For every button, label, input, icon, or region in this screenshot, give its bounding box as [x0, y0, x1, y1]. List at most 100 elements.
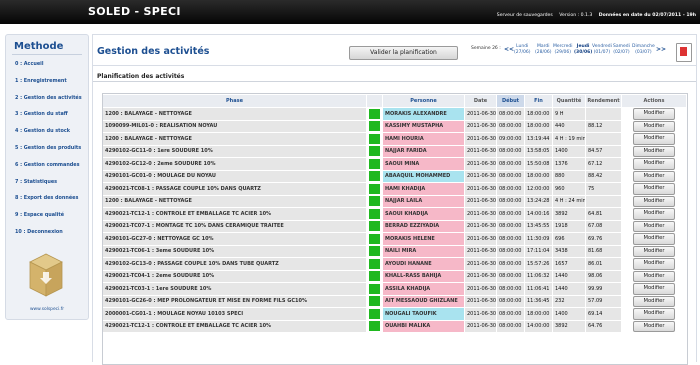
table-row: 4290021-TC12-1 : CONTROLE ET EMBALLAGE T… [103, 208, 687, 220]
status-green-square [369, 146, 380, 157]
cell-personne: NAILI MIRA [383, 245, 465, 257]
cell-date: 2011-06-30 [465, 158, 497, 170]
modify-button[interactable]: Modifier [633, 133, 675, 145]
cell-actions: Modifier [622, 145, 687, 157]
col-header-actions: Actions [622, 95, 687, 107]
prev-week-link[interactable]: << [504, 46, 514, 53]
cell-rendement [586, 133, 622, 145]
cell-actions: Modifier [622, 320, 687, 332]
col-header-date: Date [465, 95, 497, 107]
status-date: Données en date du 02/07/2011 - 19h [598, 13, 696, 18]
modify-button[interactable]: Modifier [633, 283, 675, 295]
status-green-square [369, 158, 380, 169]
cell-actions: Modifier [622, 195, 687, 207]
cell-debut: 08:00:00 [497, 220, 525, 232]
cell-rendement: 67.08 [586, 220, 622, 232]
modify-button[interactable]: Modifier [633, 108, 675, 120]
cell-quantite: 1440 [553, 270, 586, 282]
col-header-personne[interactable]: Personne [383, 95, 465, 107]
modify-button[interactable]: Modifier [633, 295, 675, 307]
sidebar-item-qualite[interactable]: 9 : Espace qualité [15, 212, 82, 229]
cell-quantite: 4 H : 24 min [553, 195, 586, 207]
col-header-quantite: Quantité [553, 95, 586, 107]
status-green-square [369, 296, 380, 307]
modify-button[interactable]: Modifier [633, 170, 675, 182]
day-mercredi[interactable]: Mercredi (29/06) [553, 44, 573, 55]
modify-button[interactable]: Modifier [633, 183, 675, 195]
cell-actions: Modifier [622, 108, 687, 120]
modify-button[interactable]: Modifier [633, 245, 675, 257]
modify-button[interactable]: Modifier [633, 308, 675, 320]
day-mardi[interactable]: Mardi (28/06) [535, 44, 551, 55]
cell-phase: 4290021-TC06-1 : 3eme SOUDURE 10% [103, 245, 367, 257]
cell-personne: AIT MESSAOUD GHIZLANE [383, 295, 465, 307]
sidebar-item-statistiques[interactable]: 7 : Statistiques [15, 179, 82, 196]
col-header-fin[interactable]: Fin [525, 95, 553, 107]
cell-quantite: 4 H : 19 min [553, 133, 586, 145]
cell-fin: 13:19:44 [525, 133, 553, 145]
cell-date: 2011-06-30 [465, 170, 497, 182]
validate-planning-button[interactable]: Valider la planification [349, 46, 458, 60]
cell-phase: 1200 : BALAYAGE - NETTOYAGE [103, 108, 367, 120]
cell-rendement: 86.01 [586, 258, 622, 270]
day-samedi-date: (02/07) [613, 49, 630, 55]
cell-date: 2011-06-30 [465, 245, 497, 257]
cell-debut: 08:00:00 [497, 283, 525, 295]
cell-fin: 14:00:16 [525, 208, 553, 220]
status-green-square [369, 221, 380, 232]
modify-button[interactable]: Modifier [633, 270, 675, 282]
col-header-phase[interactable]: Phase [103, 95, 367, 107]
day-dimanche[interactable]: Dimanche (03/07) [632, 44, 655, 55]
cell-date: 2011-06-30 [465, 108, 497, 120]
modify-button[interactable]: Modifier [633, 258, 675, 270]
cell-actions: Modifier [622, 245, 687, 257]
sidebar-item-export[interactable]: 8 : Export des données [15, 195, 82, 212]
cell-quantite: 232 [553, 295, 586, 307]
modify-button[interactable]: Modifier [633, 120, 675, 132]
day-lundi-date: (27/06) [514, 49, 531, 55]
sidebar-item-stock[interactable]: 4 : Gestion du stock [15, 128, 82, 145]
day-mercredi-date: (29/06) [554, 49, 571, 55]
cell-fin: 15:50:08 [525, 158, 553, 170]
site-link[interactable]: www.solspeci.fr [6, 307, 88, 312]
sidebar-item-commandes[interactable]: 6 : Gestion commandes [15, 162, 82, 179]
sidebar-item-enregistrement[interactable]: 1 : Enregistrement [15, 78, 82, 95]
modify-button[interactable]: Modifier [633, 195, 675, 207]
modify-button[interactable]: Modifier [633, 208, 675, 220]
col-header-status [367, 95, 383, 107]
cell-quantite: 3892 [553, 320, 586, 332]
sidebar-item-deconnexion[interactable]: 10 : Deconnexion [15, 229, 82, 246]
sidebar-item-accueil[interactable]: 0 : Accueil [15, 61, 82, 78]
day-vendredi-date: (01/07) [593, 49, 611, 55]
table-body: 1200 : BALAYAGE - NETTOYAGE MORAKIS ALEXA… [103, 108, 687, 332]
cell-actions: Modifier [622, 270, 687, 282]
sidebar-item-activites[interactable]: 2 : Gestion des activités [15, 95, 82, 112]
pdf-export-button[interactable] [676, 43, 692, 62]
day-lundi[interactable]: Lundi (27/06) [514, 44, 530, 55]
modify-button[interactable]: Modifier [633, 233, 675, 245]
modify-button[interactable]: Modifier [633, 145, 675, 157]
day-vendredi[interactable]: Vendredi (01/07) [592, 44, 612, 55]
cell-actions: Modifier [622, 170, 687, 182]
modify-button[interactable]: Modifier [633, 158, 675, 170]
cell-debut: 08:00:00 [497, 195, 525, 207]
col-header-debut[interactable]: Début [497, 95, 525, 107]
cell-rendement: 84.57 [586, 145, 622, 157]
cell-fin: 18:00:00 [525, 308, 553, 320]
cell-actions: Modifier [622, 120, 687, 132]
next-week-link[interactable]: >> [656, 46, 666, 53]
status-indicator [367, 320, 383, 332]
cell-personne: SAOUI KHADIJA [383, 208, 465, 220]
modify-button[interactable]: Modifier [633, 220, 675, 232]
day-jeudi[interactable]: Jeudi (30/06) [574, 44, 592, 55]
day-samedi[interactable]: Samedi (02/07) [613, 44, 630, 55]
cell-fin: 14:00:00 [525, 320, 553, 332]
day-mercredi-name: Mercredi [553, 44, 573, 49]
cell-quantite: 696 [553, 233, 586, 245]
cell-date: 2011-06-30 [465, 308, 497, 320]
modify-button[interactable]: Modifier [633, 320, 675, 332]
status-indicator [367, 120, 383, 132]
sidebar-item-produits[interactable]: 5 : Gestion des produits [15, 145, 82, 162]
cell-quantite: 3892 [553, 208, 586, 220]
sidebar-item-staff[interactable]: 3 : Gestion du staff [15, 111, 82, 128]
